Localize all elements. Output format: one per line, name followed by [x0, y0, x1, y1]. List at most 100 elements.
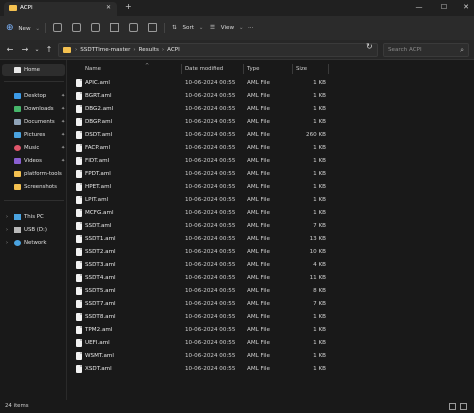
- file-size: 1 KB: [313, 145, 326, 151]
- table-row[interactable]: LPIT.aml 10-06-2024 00:55 AML File 1 KB: [68, 194, 328, 207]
- table-row[interactable]: WSMT.aml 10-06-2024 00:55 AML File 1 KB: [68, 350, 328, 363]
- column-divider[interactable]: [181, 64, 182, 74]
- file-type: AML File: [247, 171, 270, 177]
- file-name: SSDT8.aml: [85, 314, 116, 320]
- breadcrumb-item[interactable]: SSDTTime-master: [80, 47, 130, 53]
- table-row[interactable]: SSDT8.aml 10-06-2024 00:55 AML File 1 KB: [68, 311, 328, 324]
- recent-chevron-icon[interactable]: ⌄: [32, 44, 42, 56]
- file-date: 10-06-2024 00:55: [185, 197, 236, 203]
- column-divider[interactable]: [292, 64, 293, 74]
- tiles-view-icon[interactable]: [460, 403, 467, 410]
- file-date: 10-06-2024 00:55: [185, 223, 236, 229]
- sidebar-item-usb-drive[interactable]: › USB (D:): [2, 224, 65, 236]
- file-date: 10-06-2024 00:55: [185, 236, 236, 242]
- table-row[interactable]: XSDT.aml 10-06-2024 00:55 AML File 1 KB: [68, 363, 328, 376]
- breadcrumb-item[interactable]: ACPI: [167, 47, 180, 53]
- more-options-button[interactable]: ···: [248, 22, 253, 34]
- file-icon: [76, 196, 82, 204]
- breadcrumb-item[interactable]: Results: [139, 47, 159, 53]
- file-icon: [76, 274, 82, 282]
- table-row[interactable]: FPDT.aml 10-06-2024 00:55 AML File 1 KB: [68, 168, 328, 181]
- sort-button[interactable]: ⇅ Sort ⌄: [172, 22, 203, 34]
- close-tab-icon[interactable]: ✕: [106, 4, 111, 11]
- table-row[interactable]: SSDT5.aml 10-06-2024 00:55 AML File 8 KB: [68, 285, 328, 298]
- sidebar-item-pictures[interactable]: Pictures ✦: [2, 129, 65, 141]
- file-icon: [76, 79, 82, 87]
- minimize-button[interactable]: —: [412, 2, 426, 12]
- file-size: 1 KB: [313, 171, 326, 177]
- documents-icon: [14, 119, 21, 125]
- column-header-name[interactable]: Name ^: [85, 63, 149, 75]
- sidebar-item-platform-tools[interactable]: platform-tools: [2, 168, 65, 180]
- sidebar-item-network[interactable]: › Network: [2, 237, 65, 249]
- table-row[interactable]: DSDT.aml 10-06-2024 00:55 AML File 260 KB: [68, 129, 328, 142]
- sidebar-item-videos[interactable]: Videos ✦: [2, 155, 65, 167]
- table-row[interactable]: BGRT.aml 10-06-2024 00:55 AML File 1 KB: [68, 90, 328, 103]
- chevron-down-icon: ⌄: [198, 25, 204, 31]
- paste-icon[interactable]: [91, 23, 100, 32]
- file-date: 10-06-2024 00:55: [185, 301, 236, 307]
- copy-icon[interactable]: [72, 23, 81, 32]
- table-row[interactable]: MCFG.aml 10-06-2024 00:55 AML File 1 KB: [68, 207, 328, 220]
- forward-arrow-icon[interactable]: →: [20, 44, 30, 56]
- address-row: ← → ⌄ ↑ › SSDTTime-master › Results › AC…: [0, 40, 474, 60]
- address-bar[interactable]: › SSDTTime-master › Results › ACPI: [58, 43, 378, 57]
- table-row[interactable]: SSDT.aml 10-06-2024 00:55 AML File 7 KB: [68, 220, 328, 233]
- sidebar-item-downloads[interactable]: Downloads ✦: [2, 103, 65, 115]
- table-row[interactable]: UEFI.aml 10-06-2024 00:55 AML File 1 KB: [68, 337, 328, 350]
- sidebar-item-home[interactable]: Home: [2, 64, 65, 76]
- rename-icon[interactable]: [110, 23, 119, 32]
- share-icon[interactable]: [129, 23, 138, 32]
- sort-caret-icon: ^: [145, 63, 150, 69]
- details-view-icon[interactable]: [449, 403, 456, 410]
- column-header-date[interactable]: Date modified: [185, 63, 223, 75]
- new-tab-button[interactable]: +: [125, 3, 132, 11]
- table-row[interactable]: SSDT4.aml 10-06-2024 00:55 AML File 11 KB: [68, 272, 328, 285]
- table-row[interactable]: FACP.aml 10-06-2024 00:55 AML File 1 KB: [68, 142, 328, 155]
- search-input[interactable]: Search ACPI ⌕: [383, 43, 469, 57]
- up-arrow-icon[interactable]: ↑: [44, 44, 54, 56]
- refresh-icon[interactable]: ↻: [366, 42, 373, 51]
- sidebar-item-documents[interactable]: Documents ✦: [2, 116, 65, 128]
- column-header-type[interactable]: Type: [247, 63, 259, 75]
- table-row[interactable]: SSDT3.aml 10-06-2024 00:55 AML File 4 KB: [68, 259, 328, 272]
- table-row[interactable]: HPET.aml 10-06-2024 00:55 AML File 1 KB: [68, 181, 328, 194]
- view-label: View: [220, 25, 235, 31]
- table-row[interactable]: SSDT2.aml 10-06-2024 00:55 AML File 10 KB: [68, 246, 328, 259]
- column-divider[interactable]: [328, 64, 329, 74]
- view-button[interactable]: ☰ View ⌄: [210, 22, 244, 34]
- sidebar-item-this-pc[interactable]: › This PC: [2, 211, 65, 223]
- breadcrumb: › SSDTTime-master › Results › ACPI: [75, 47, 180, 53]
- plus-icon: ⊕: [6, 23, 14, 33]
- table-row[interactable]: TPM2.aml 10-06-2024 00:55 AML File 1 KB: [68, 324, 328, 337]
- table-row[interactable]: DBGP.aml 10-06-2024 00:55 AML File 1 KB: [68, 116, 328, 129]
- view-icon: ☰: [210, 25, 216, 31]
- table-row[interactable]: SSDT1.aml 10-06-2024 00:55 AML File 13 KB: [68, 233, 328, 246]
- table-row[interactable]: APIC.aml 10-06-2024 00:55 AML File 1 KB: [68, 77, 328, 90]
- delete-icon[interactable]: [148, 23, 157, 32]
- column-header-size[interactable]: Size: [296, 63, 307, 75]
- file-name: HPET.aml: [85, 184, 112, 190]
- file-name: SSDT4.aml: [85, 275, 116, 281]
- file-date: 10-06-2024 00:55: [185, 80, 236, 86]
- tab-acpi[interactable]: ACPI ✕: [4, 2, 117, 16]
- sidebar-item-screenshots[interactable]: Screenshots: [2, 181, 65, 193]
- table-row[interactable]: DBG2.aml 10-06-2024 00:55 AML File 1 KB: [68, 103, 328, 116]
- cut-icon[interactable]: [53, 23, 62, 32]
- sidebar-item-music[interactable]: Music ✦: [2, 142, 65, 154]
- sidebar-item-desktop[interactable]: Desktop ✦: [2, 90, 65, 102]
- file-date: 10-06-2024 00:55: [185, 119, 236, 125]
- table-row[interactable]: SSDT7.aml 10-06-2024 00:55 AML File 7 KB: [68, 298, 328, 311]
- pin-icon: ✦: [61, 145, 66, 151]
- back-arrow-icon[interactable]: ←: [5, 44, 15, 56]
- table-row[interactable]: FIDT.aml 10-06-2024 00:55 AML File 1 KB: [68, 155, 328, 168]
- file-type: AML File: [247, 353, 270, 359]
- file-date: 10-06-2024 00:55: [185, 340, 236, 346]
- maximize-button[interactable]: ☐: [437, 2, 451, 12]
- videos-icon: [14, 158, 21, 164]
- column-divider[interactable]: [243, 64, 244, 74]
- file-name: MCFG.aml: [85, 210, 114, 216]
- new-button[interactable]: ⊕ New ⌄: [6, 22, 40, 34]
- close-window-button[interactable]: ✕: [459, 2, 473, 12]
- chevron-right-icon: ›: [6, 214, 8, 220]
